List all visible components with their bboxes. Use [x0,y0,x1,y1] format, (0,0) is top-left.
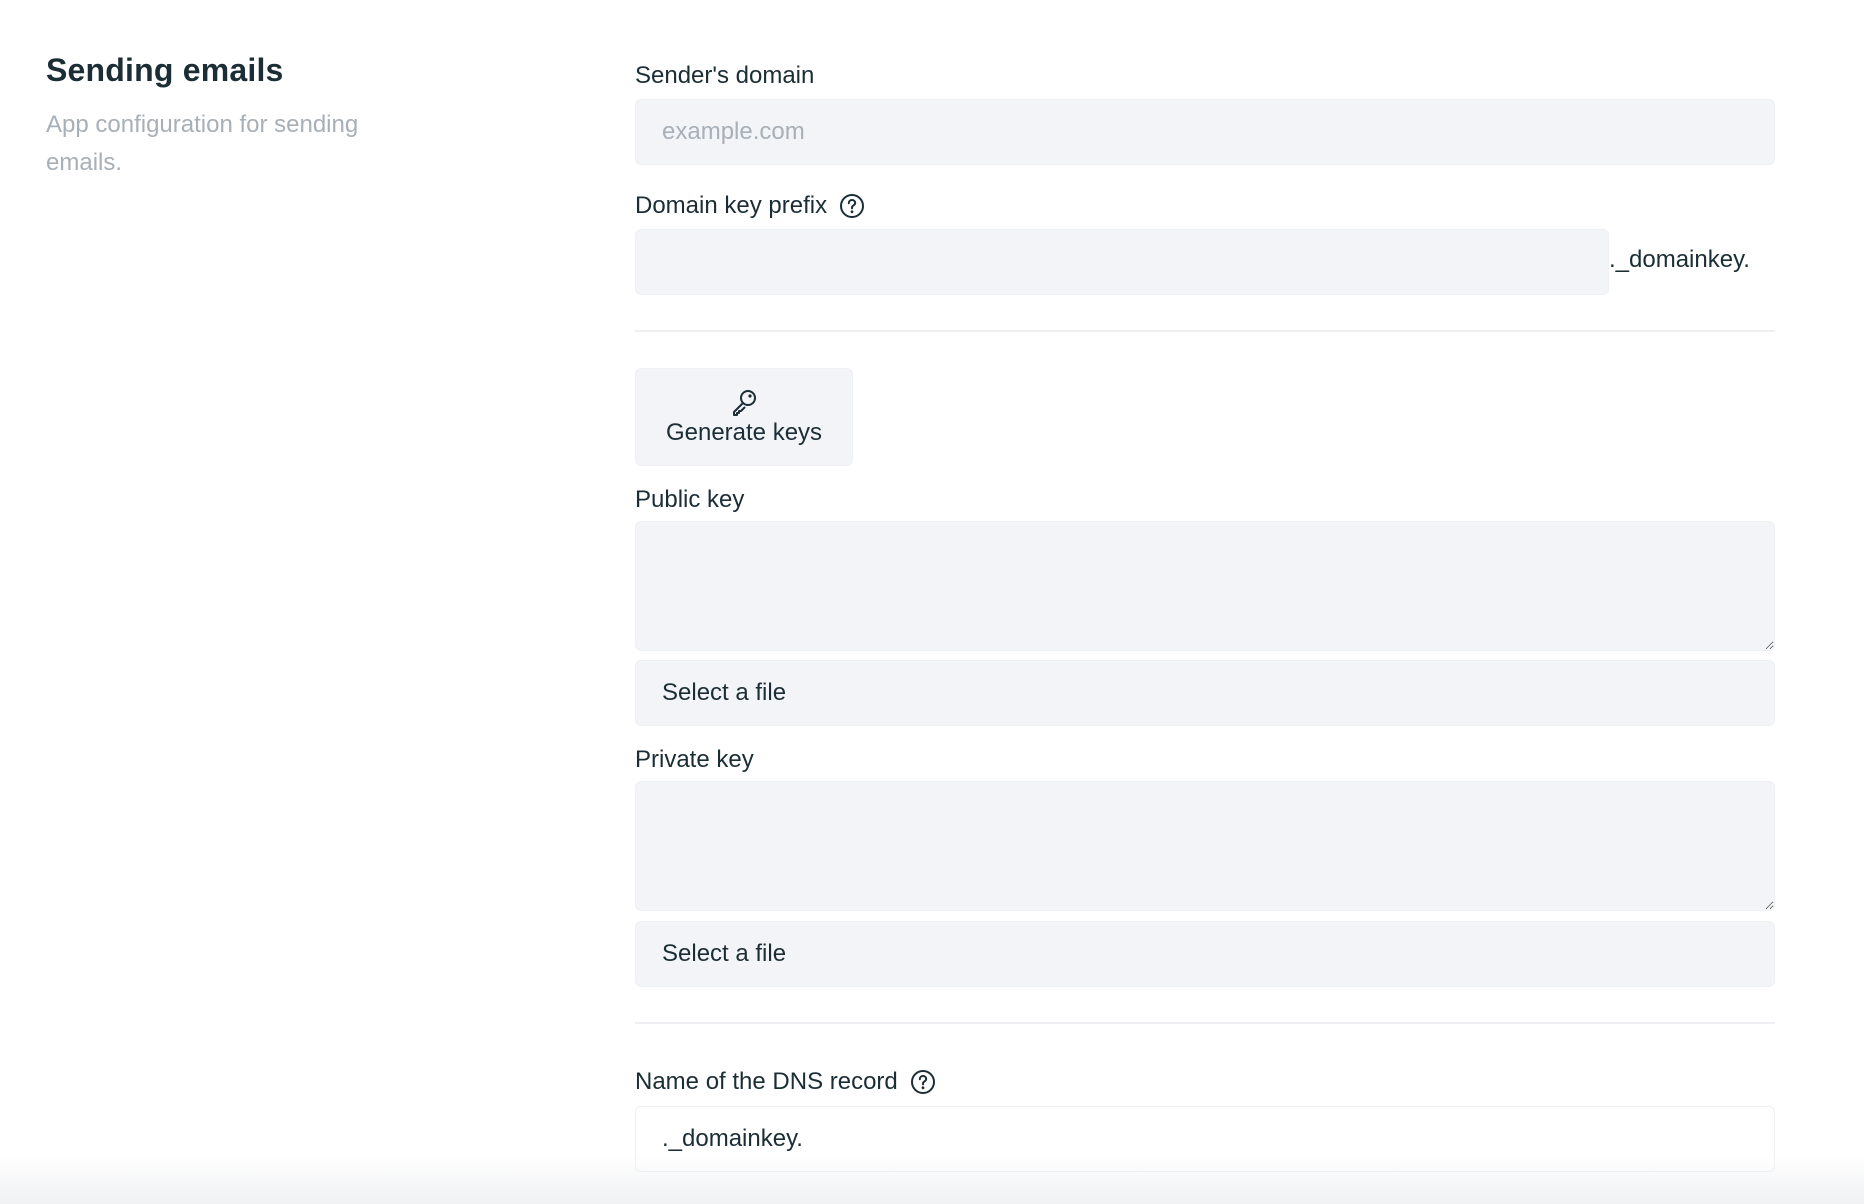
dns-record-name-value: ._domainkey. [662,1125,803,1152]
domain-key-prefix-input[interactable] [635,229,1609,295]
private-key-label: Private key [635,746,754,774]
public-key-label-text: Public key [635,486,745,513]
private-key-label-text: Private key [635,746,754,773]
private-key-textarea[interactable] [635,781,1775,911]
private-key-select-file-button[interactable]: Select a file [635,921,1775,987]
senders-domain-input[interactable] [635,99,1775,165]
select-file-label: Select a file [662,679,787,706]
domain-key-prefix-label: Domain key prefix [635,192,865,220]
generate-keys-label: Generate keys [665,419,823,446]
public-key-label: Public key [635,486,744,514]
senders-domain-label: Sender's domain [635,62,814,90]
question-circle-icon[interactable] [910,1069,936,1095]
settings-page: Sending emails App configuration for sen… [0,0,1864,1204]
key-icon [733,390,756,416]
domain-key-prefix-label-text: Domain key prefix [635,192,828,219]
public-key-textarea[interactable] [635,521,1775,651]
senders-domain-label-text: Sender's domain [635,62,815,89]
dns-record-name-field[interactable]: ._domainkey. [635,1106,1775,1172]
generate-keys-button[interactable]: Generate keys [635,368,853,466]
dns-record-name-label: Name of the DNS record [635,1068,936,1096]
domain-key-suffix: ._domainkey. [1609,246,1750,273]
section-description: App configuration for sending emails. [46,111,359,176]
dns-record-name-label-text: Name of the DNS record [635,1068,898,1095]
select-file-label: Select a file [662,940,787,967]
section-title: Sending emails [46,52,284,88]
public-key-select-file-button[interactable]: Select a file [635,660,1775,726]
divider [635,330,1775,332]
question-circle-icon[interactable] [839,193,865,219]
divider [635,1022,1775,1024]
